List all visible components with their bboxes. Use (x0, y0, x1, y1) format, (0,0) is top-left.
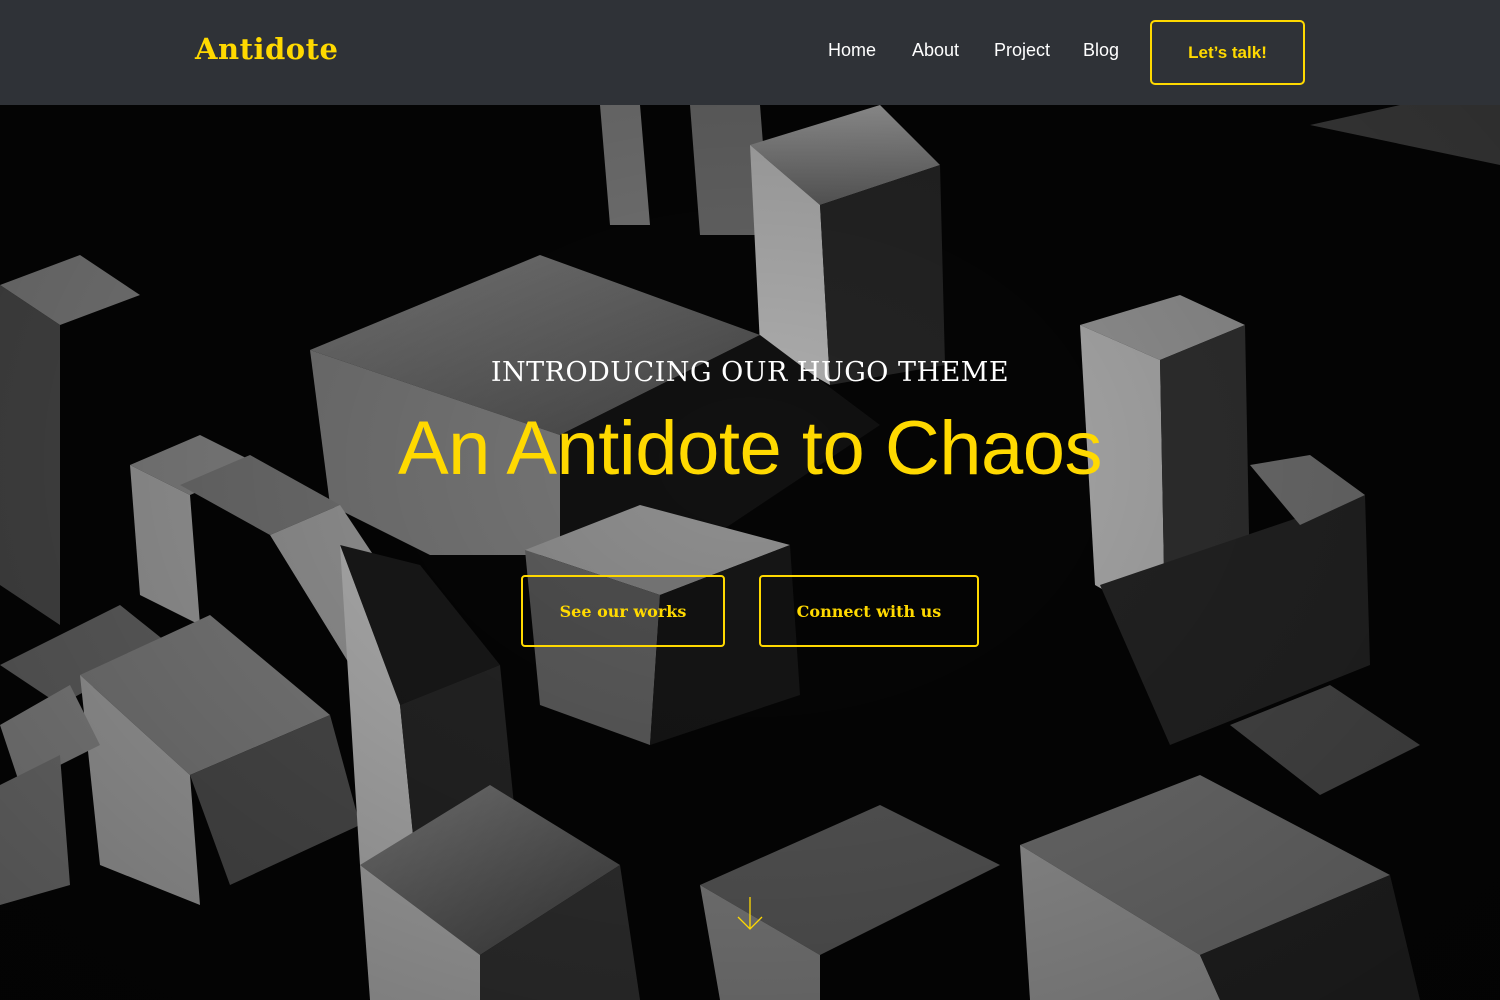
hero-section: INTRODUCING OUR HUGO THEME An Antidote t… (0, 105, 1500, 1000)
hero-eyebrow: INTRODUCING OUR HUGO THEME (490, 357, 1010, 388)
connect-with-us-button[interactable]: Connect with us (759, 575, 979, 647)
hero-overlay (0, 105, 1500, 1000)
nav-link-about[interactable]: About (912, 40, 959, 61)
nav-link-home[interactable]: Home (828, 40, 876, 61)
see-our-works-button[interactable]: See our works (521, 575, 725, 647)
navbar: Antidote Home About Project Blog Let’s t… (0, 0, 1500, 105)
nav-link-project[interactable]: Project (994, 40, 1050, 61)
nav-link-blog[interactable]: Blog (1083, 40, 1119, 61)
hero-headline: An Antidote to Chaos (397, 406, 1103, 491)
arrow-down-icon[interactable] (735, 895, 765, 933)
lets-talk-button[interactable]: Let’s talk! (1150, 20, 1305, 85)
